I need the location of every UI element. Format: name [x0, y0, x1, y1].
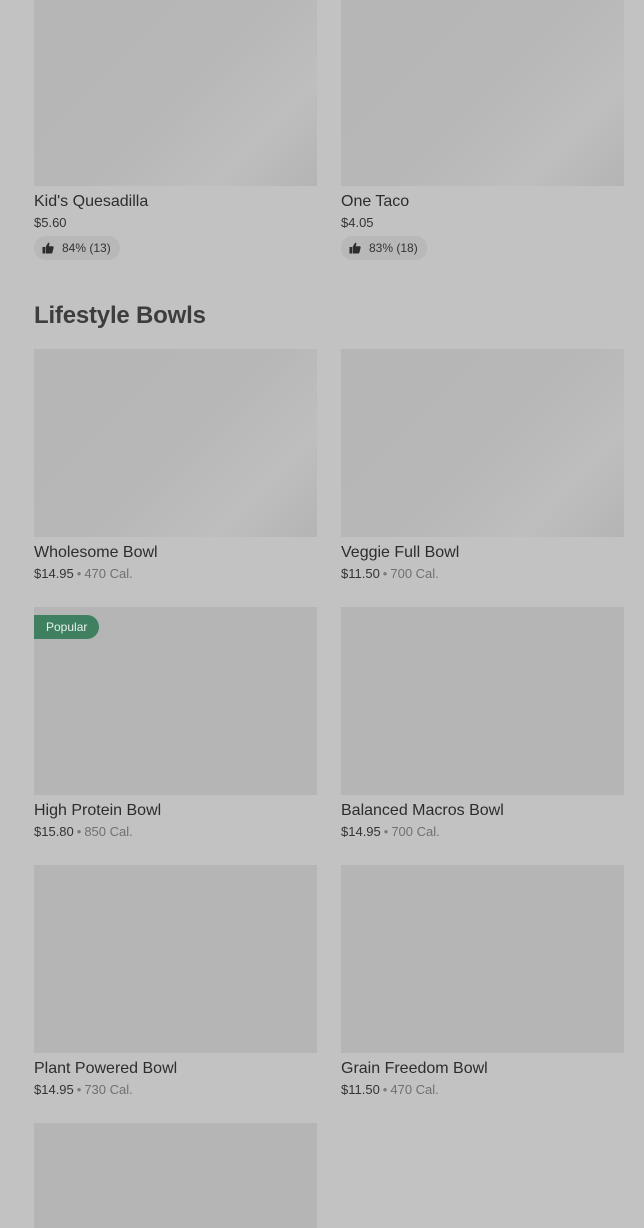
menu-item-meta: $11.50 • 470 Cal.	[341, 1082, 624, 1098]
menu-item-name: One Taco	[341, 193, 410, 210]
menu-item-name: Plant Powered Bowl	[34, 1060, 178, 1077]
menu-item-price: $11.50	[341, 1082, 380, 1097]
popular-badge: Popular	[34, 615, 100, 639]
separator-dot: •	[76, 824, 82, 839]
separator-dot: •	[382, 566, 388, 581]
menu-item-card[interactable]: Wholesome Bowl $14.95 • 470 Cal.	[34, 349, 317, 582]
rating-text: 83% (18)	[369, 241, 418, 255]
menu-item-image[interactable]	[341, 607, 624, 795]
menu-item-price: $14.95	[34, 566, 74, 581]
menu-item-meta: $14.95 • 700 Cal.	[341, 824, 624, 840]
section-title: Lifestyle Bowls	[34, 302, 206, 329]
menu-item-calories: 700 Cal.	[391, 824, 440, 839]
menu-item-calories: 730 Cal.	[84, 1082, 133, 1097]
menu-item-card[interactable]: Plant Powered Bowl $14.95 • 730 Cal.	[34, 865, 317, 1098]
menu-item-price: $4.05	[341, 215, 374, 230]
menu-item-image[interactable]	[341, 865, 624, 1053]
menu-item-price: $5.60	[34, 215, 67, 230]
menu-item-calories: 850 Cal.	[84, 824, 133, 839]
thumbs-up-icon	[42, 242, 54, 254]
separator-dot: •	[383, 824, 389, 839]
separator-dot: •	[76, 566, 82, 581]
separator-dot: •	[382, 1082, 388, 1097]
menu-item-image[interactable]	[34, 0, 317, 186]
menu-item-image[interactable]	[341, 0, 624, 186]
menu-item-price: $15.80	[34, 824, 74, 839]
menu-item-image[interactable]	[34, 865, 317, 1053]
menu-item-card[interactable]: One Taco $4.05 83% (18)	[341, 0, 624, 260]
menu-item-calories: 700 Cal.	[390, 566, 439, 581]
menu-item-meta: $11.50 • 700 Cal.	[341, 566, 624, 582]
menu-item-card[interactable]: Popular High Protein Bowl $15.80 • 850 Cal…	[34, 607, 317, 840]
menu-item-name: Grain Freedom Bowl	[341, 1060, 488, 1077]
menu-item-meta: $4.05	[341, 215, 624, 231]
rating-pill: 84% (13)	[34, 236, 120, 260]
menu-item-meta: $14.95 • 730 Cal.	[34, 1082, 317, 1098]
menu-item-card[interactable]: Balanced Macros Bowl $14.95 • 700 Cal.	[341, 607, 624, 840]
menu-item-card[interactable]: Veggie Full Bowl $11.50 • 700 Cal.	[341, 349, 624, 582]
menu-item-meta: $5.60	[34, 215, 317, 231]
menu-item-name: Balanced Macros Bowl	[341, 802, 504, 819]
menu-item-card[interactable]: Kid's Quesadilla $5.60 84% (13)	[34, 0, 317, 260]
menu-item-meta: $14.95 • 470 Cal.	[34, 566, 317, 582]
menu-item-card[interactable]	[34, 1123, 317, 1228]
menu-item-price: $14.95	[34, 1082, 74, 1097]
menu-item-name: Kid's Quesadilla	[34, 193, 149, 210]
menu-item-name: Veggie Full Bowl	[341, 544, 460, 561]
menu-item-meta: $15.80 • 850 Cal.	[34, 824, 317, 840]
menu-item-calories: 470 Cal.	[84, 566, 133, 581]
menu-item-name: Wholesome Bowl	[34, 544, 158, 561]
menu-item-price: $11.50	[341, 566, 380, 581]
menu-item-card[interactable]: Grain Freedom Bowl $11.50 • 470 Cal.	[341, 865, 624, 1098]
thumbs-up-icon	[349, 242, 361, 254]
menu-item-image[interactable]	[341, 349, 624, 537]
menu-item-image[interactable]	[34, 1123, 317, 1228]
menu-item-image[interactable]	[34, 349, 317, 537]
separator-dot: •	[76, 1082, 82, 1097]
menu-item-price: $14.95	[341, 824, 381, 839]
rating-text: 84% (13)	[62, 241, 111, 255]
menu-item-image[interactable]: Popular	[34, 607, 317, 795]
rating-pill: 83% (18)	[341, 236, 427, 260]
menu-item-name: High Protein Bowl	[34, 802, 162, 819]
menu-item-calories: 470 Cal.	[390, 1082, 439, 1097]
menu-page: Kid's Quesadilla $5.60 84% (13) One Taco…	[0, 0, 644, 1228]
